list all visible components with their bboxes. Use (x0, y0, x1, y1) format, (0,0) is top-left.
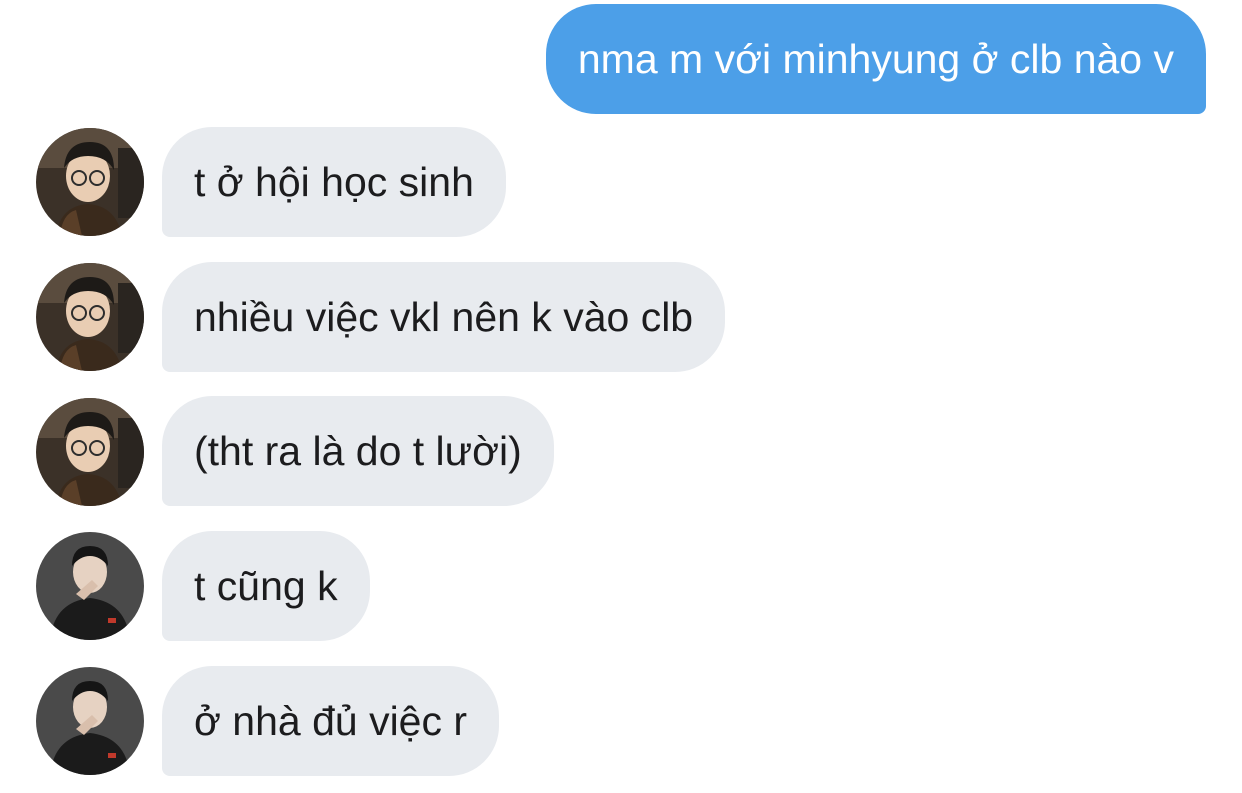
incoming-message-bubble[interactable]: (tht ra là do t lười) (162, 396, 554, 506)
chat-thread: nma m với minhyung ở clb nào v t ở hội h… (0, 0, 1242, 793)
user-b-avatar[interactable] (36, 667, 144, 775)
incoming-message-bubble[interactable]: ở nhà đủ việc r (162, 666, 500, 776)
user-a-avatar[interactable] (36, 128, 144, 236)
incoming-message-bubble[interactable]: nhiều việc vkl nên k vào clb (162, 262, 726, 372)
outgoing-message-bubble[interactable]: nma m với minhyung ở clb nào v (545, 4, 1206, 114)
incoming-message-bubble[interactable]: t ở hội học sinh (162, 127, 506, 237)
user-a-avatar[interactable] (36, 398, 144, 506)
user-a-avatar[interactable] (36, 263, 144, 371)
incoming-message-bubble[interactable]: t cũng k (162, 531, 370, 641)
user-b-avatar[interactable] (36, 532, 144, 640)
